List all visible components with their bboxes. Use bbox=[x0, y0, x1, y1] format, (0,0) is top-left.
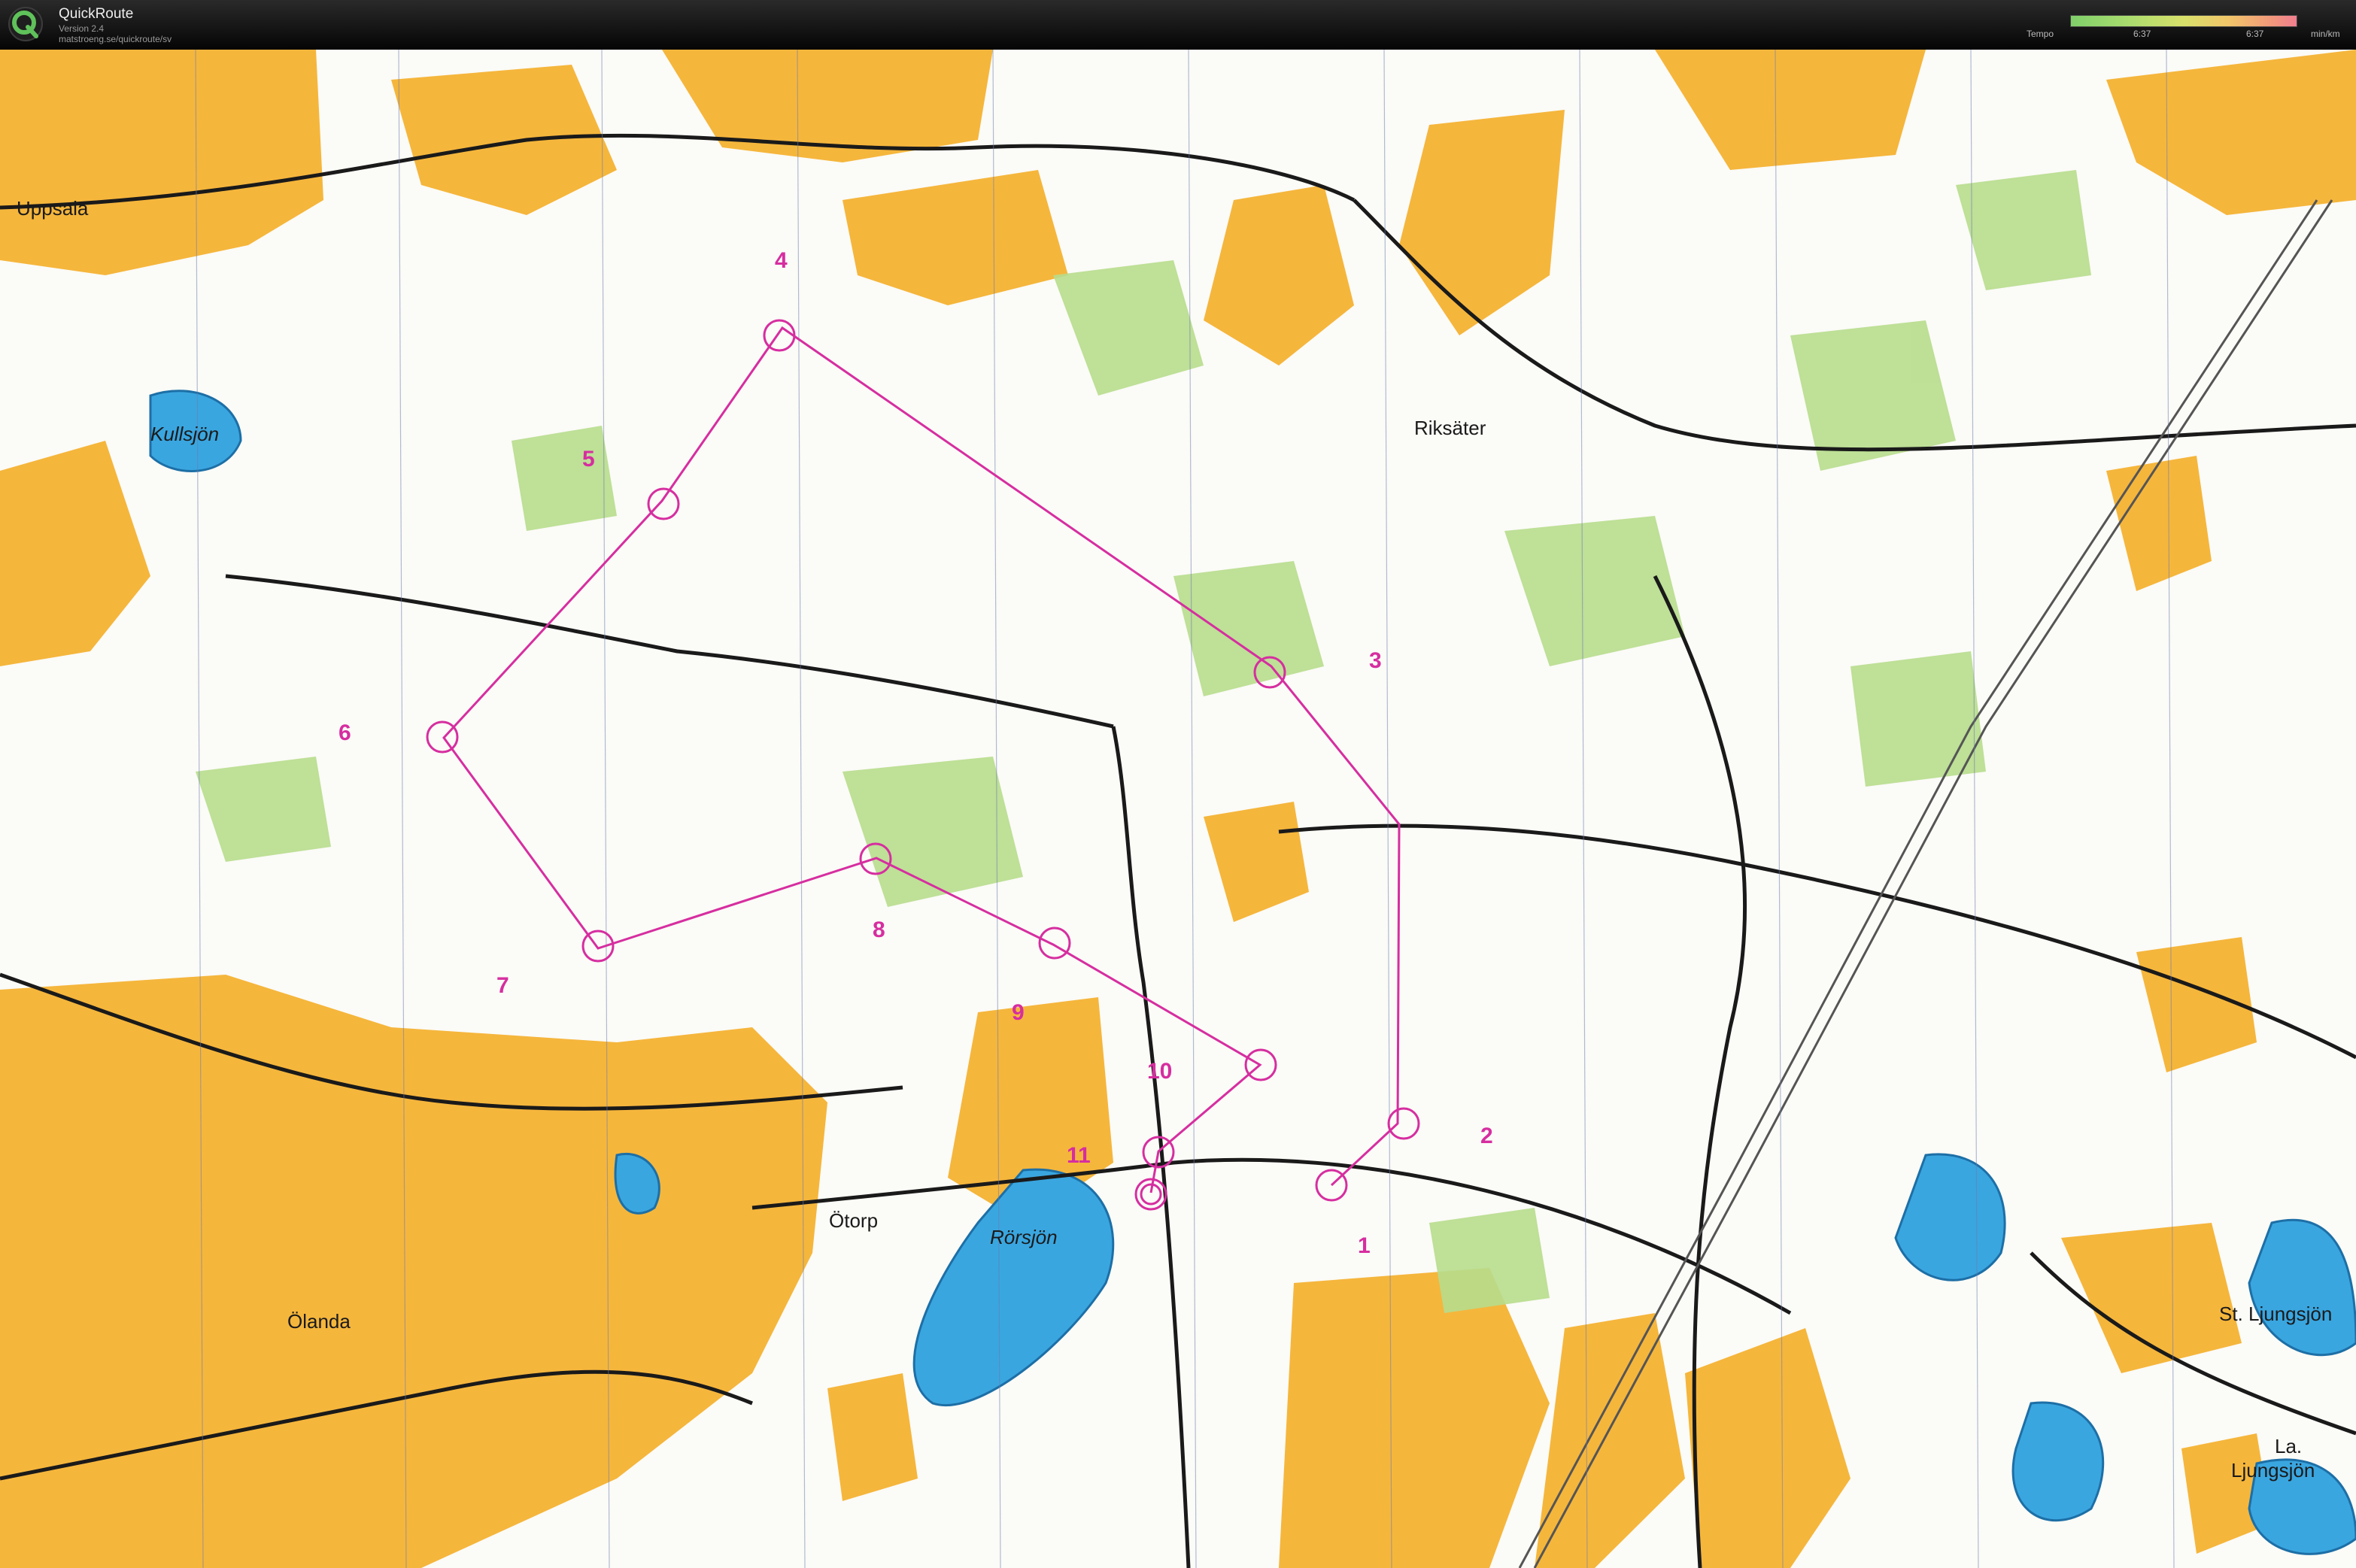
place-name-olanda: Ölanda bbox=[287, 1310, 351, 1333]
control-number-2: 2 bbox=[1480, 1124, 1493, 1148]
place-name-la: La. bbox=[2275, 1435, 2302, 1457]
control-number-11: 11 bbox=[1067, 1143, 1091, 1168]
control-number-4: 4 bbox=[775, 248, 788, 273]
tempo-unit: min/km bbox=[2311, 29, 2340, 39]
place-name-ljungsjon: Ljungsjön bbox=[2231, 1459, 2315, 1482]
control-number-1: 1 bbox=[1358, 1233, 1371, 1258]
app-url[interactable]: matstroeng.se/quickroute/sv bbox=[59, 34, 172, 44]
control-number-5: 5 bbox=[582, 447, 595, 472]
place-name-rorsjon: Rörsjön bbox=[990, 1226, 1058, 1248]
place-name-st-ljungsjon: St. Ljungsjön bbox=[2219, 1303, 2332, 1325]
tempo-tick-left: 6:37 bbox=[2133, 29, 2151, 39]
control-number-6: 6 bbox=[339, 720, 351, 745]
place-name-riksater: Riksäter bbox=[1414, 417, 1486, 439]
control-number-8: 8 bbox=[873, 917, 885, 942]
orienteering-map[interactable]: 1 2 3 4 5 6 7 8 9 10 11 Uppsala Kullsjön… bbox=[0, 50, 2356, 1568]
tempo-label: Tempo bbox=[2027, 29, 2054, 39]
place-name-kullsjon: Kullsjön bbox=[150, 423, 219, 445]
control-number-7: 7 bbox=[496, 973, 509, 998]
control-number-10: 10 bbox=[1147, 1059, 1172, 1084]
app-version: Version 2.4 bbox=[59, 23, 105, 34]
tempo-color-scale[interactable] bbox=[2070, 15, 2297, 27]
place-name-uppsala: Uppsala bbox=[17, 197, 89, 220]
control-number-9: 9 bbox=[1012, 1000, 1025, 1025]
place-name-otorp: Ötorp bbox=[829, 1209, 878, 1232]
quickroute-logo-icon bbox=[8, 7, 43, 41]
tempo-tick-right: 6:37 bbox=[2246, 29, 2264, 39]
app-title: QuickRoute bbox=[59, 6, 134, 22]
control-number-3: 3 bbox=[1369, 648, 1382, 673]
app-header: QuickRoute Version 2.4 matstroeng.se/qui… bbox=[0, 0, 2356, 50]
